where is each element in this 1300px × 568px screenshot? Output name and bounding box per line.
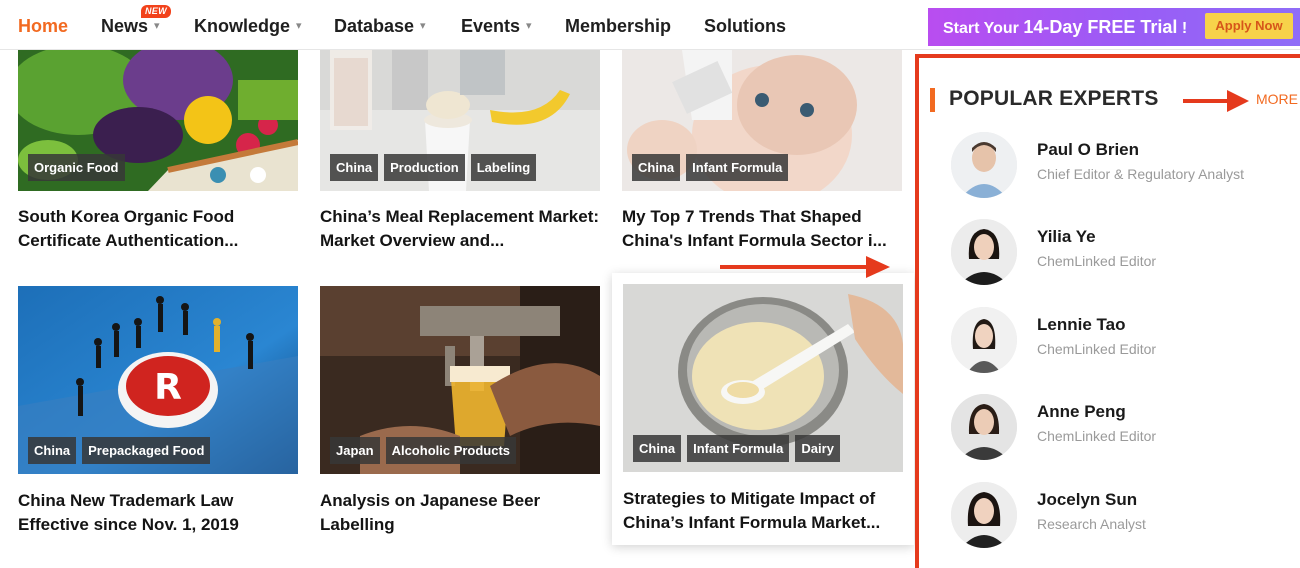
article-thumbnail-baby-bottle: China Infant Formula xyxy=(622,50,902,191)
svg-text:R: R xyxy=(154,367,182,408)
avatar xyxy=(951,219,1017,285)
article-tags: China Infant Formula Dairy xyxy=(633,435,840,462)
expert-name[interactable]: Anne Peng xyxy=(1037,402,1126,422)
expert-item[interactable]: Anne Peng ChemLinked Editor xyxy=(949,394,1289,464)
article-tags: China Production Labeling xyxy=(330,154,537,181)
more-link[interactable]: MORE xyxy=(1256,91,1298,107)
article-tags: Japan Alcoholic Products xyxy=(330,437,517,464)
avatar xyxy=(951,394,1017,460)
nav-database[interactable]: Database ▾ xyxy=(334,16,426,37)
trial-text: Start Your 14-Day FREE Trial ! xyxy=(943,17,1188,37)
annotation-arrow-icon xyxy=(1183,90,1249,112)
popular-experts-panel: POPULAR EXPERTS MORE Paul O Brien Chief … xyxy=(915,54,1300,568)
tag[interactable]: Infant Formula xyxy=(687,435,790,462)
tag[interactable]: China xyxy=(632,154,681,181)
free-trial-banner[interactable]: Start Your 14-Day FREE Trial ! Apply Now xyxy=(928,8,1300,46)
nav-membership[interactable]: Membership xyxy=(565,16,671,37)
expert-item[interactable]: Lennie Tao ChemLinked Editor xyxy=(949,307,1289,377)
tag[interactable]: Organic Food xyxy=(28,154,125,181)
top-navigation: Home News ▾ NEW Knowledge ▾ Database ▾ Even… xyxy=(0,0,1300,50)
expert-role: Chief Editor & Regulatory Analyst xyxy=(1037,166,1244,182)
article-thumbnail-formula-can: China Infant Formula Dairy xyxy=(623,284,903,472)
tag[interactable]: Alcoholic Products xyxy=(385,437,517,464)
article-title[interactable]: China’s Meal Replacement Market: Market … xyxy=(320,205,605,253)
expert-item[interactable]: Yilia Ye ChemLinked Editor xyxy=(949,219,1289,289)
expert-item[interactable]: Paul O Brien Chief Editor & Regulatory A… xyxy=(949,132,1289,202)
article-tags: Organic Food xyxy=(28,154,125,181)
nav-solutions[interactable]: Solutions xyxy=(704,16,786,37)
section-title: POPULAR EXPERTS xyxy=(949,87,1159,110)
nav-events[interactable]: Events ▾ xyxy=(461,16,532,37)
tag[interactable]: Production xyxy=(384,154,465,181)
expert-name[interactable]: Paul O Brien xyxy=(1037,140,1139,160)
tag[interactable]: Japan xyxy=(330,437,380,464)
expert-name[interactable]: Lennie Tao xyxy=(1037,315,1125,335)
tag[interactable]: China xyxy=(330,154,379,181)
nav-home[interactable]: Home xyxy=(18,16,68,37)
tag[interactable]: Infant Formula xyxy=(686,154,789,181)
section-accent-bar xyxy=(930,88,935,112)
expert-role: ChemLinked Editor xyxy=(1037,253,1157,269)
expert-role: ChemLinked Editor xyxy=(1037,341,1157,357)
chevron-down-icon: ▾ xyxy=(420,20,426,32)
article-tags: China Infant Formula xyxy=(632,154,789,181)
article-tags: China Prepackaged Food xyxy=(28,437,211,464)
article-thumbnail-vegetables: Organic Food xyxy=(18,50,298,191)
new-badge: NEW xyxy=(141,5,171,18)
avatar xyxy=(951,132,1017,198)
tag[interactable]: Labeling xyxy=(470,154,537,181)
article-thumbnail-trademark: R China Prepackaged Food xyxy=(18,286,298,474)
article-title[interactable]: China New Trademark Law Effective since … xyxy=(18,489,303,537)
article-thumbnail-beer-tap: Japan Alcoholic Products xyxy=(320,286,600,474)
chevron-down-icon: ▾ xyxy=(526,20,532,32)
tag[interactable]: China xyxy=(633,435,682,462)
expert-role: ChemLinked Editor xyxy=(1037,428,1157,444)
chevron-down-icon: ▾ xyxy=(296,20,302,32)
article-title[interactable]: My Top 7 Trends That Shaped China's Infa… xyxy=(622,205,907,253)
apply-now-button[interactable]: Apply Now xyxy=(1205,13,1293,39)
expert-role: Research Analyst xyxy=(1037,516,1146,532)
article-thumbnail-meal-replacement: China Production Labeling xyxy=(320,50,600,191)
expert-name[interactable]: Jocelyn Sun xyxy=(1037,490,1137,510)
expert-name[interactable]: Yilia Ye xyxy=(1037,227,1096,247)
avatar xyxy=(951,482,1017,548)
annotation-arrow-icon xyxy=(720,256,890,278)
avatar xyxy=(951,307,1017,373)
expert-item[interactable]: Jocelyn Sun Research Analyst xyxy=(949,482,1289,552)
tag[interactable]: Prepackaged Food xyxy=(82,437,211,464)
tag[interactable]: Dairy xyxy=(795,435,840,462)
tag[interactable]: China xyxy=(28,437,77,464)
nav-knowledge[interactable]: Knowledge ▾ xyxy=(194,16,302,37)
article-title[interactable]: South Korea Organic Food Certificate Aut… xyxy=(18,205,303,253)
article-title[interactable]: Strategies to Mitigate Impact of China’s… xyxy=(623,487,908,535)
article-title[interactable]: Analysis on Japanese Beer Labelling xyxy=(320,489,605,537)
nav-news[interactable]: News ▾ xyxy=(101,16,160,37)
chevron-down-icon: ▾ xyxy=(154,20,160,32)
